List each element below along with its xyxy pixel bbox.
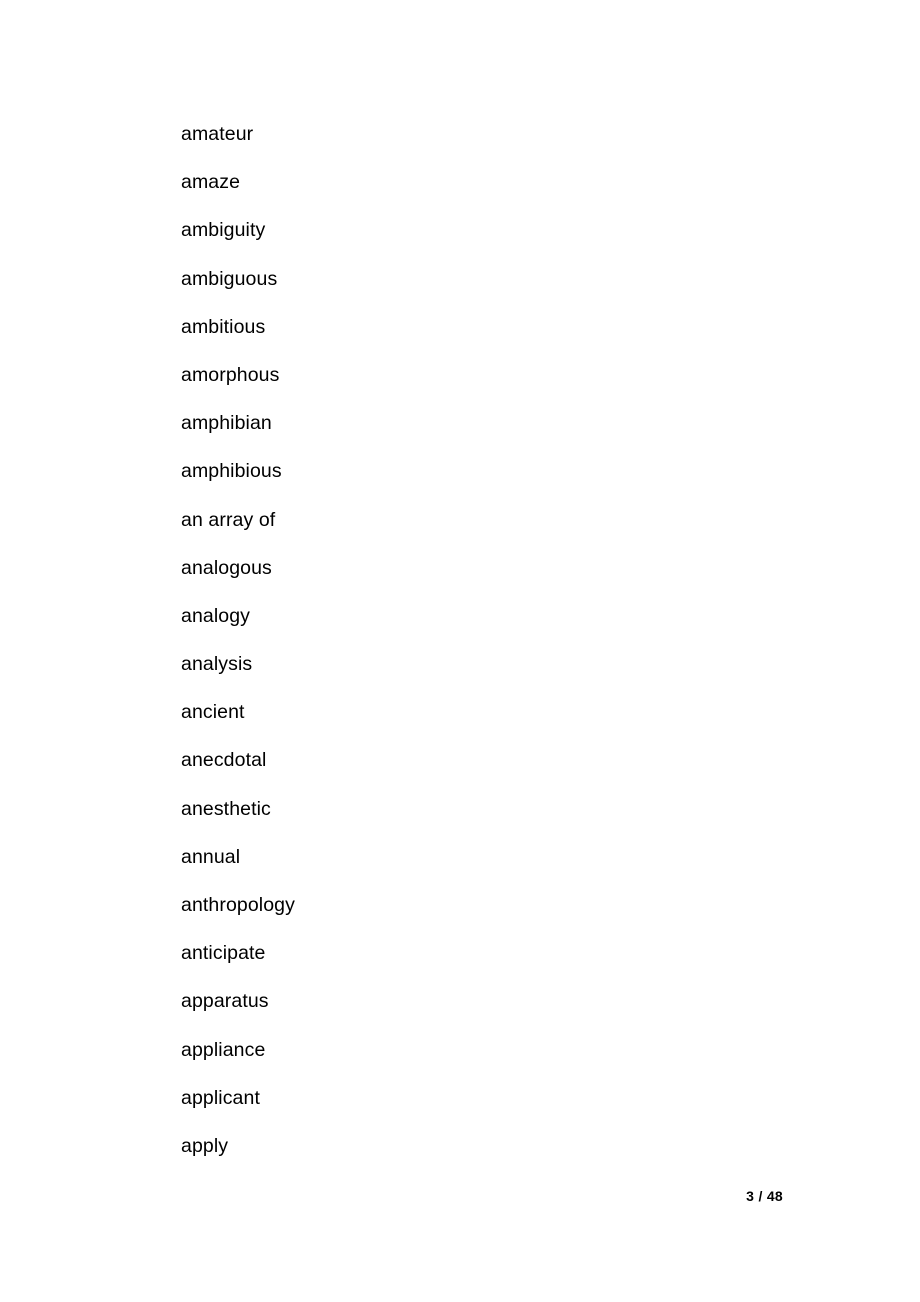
list-item: anticipate — [181, 942, 266, 965]
list-item: amphibian — [181, 412, 272, 435]
list-item: appliance — [181, 1038, 266, 1061]
list-item: ambiguous — [181, 267, 278, 290]
page-footer: 3 / 48 — [0, 1188, 920, 1210]
vocabulary-word-list: amateur amaze ambiguity ambiguous ambitious a… — [181, 120, 701, 1180]
list-item: annual — [181, 845, 241, 868]
list-item: apply — [181, 1134, 229, 1157]
list-item: analogy — [181, 604, 251, 627]
page-number: 3 / 48 — [746, 1188, 783, 1204]
list-item: applicant — [181, 1086, 260, 1109]
list-item: amateur — [181, 123, 254, 145]
list-item: amaze — [181, 171, 241, 194]
list-item: anthropology — [181, 894, 295, 916]
list-item: an array of — [181, 508, 276, 531]
list-item: amphibious — [181, 460, 282, 483]
list-item: amorphous — [181, 363, 280, 386]
list-item: analogous — [181, 556, 272, 579]
list-item: ancient — [181, 701, 245, 724]
list-item: anesthetic — [181, 797, 271, 820]
document-page: amateur amaze ambiguity ambiguous ambitious a… — [0, 0, 920, 1302]
list-item: ambitious — [181, 315, 266, 338]
list-item: ambiguity — [181, 219, 266, 242]
list-item: analysis — [181, 653, 253, 676]
list-item: apparatus — [181, 990, 269, 1013]
list-item: anecdotal — [181, 749, 267, 772]
